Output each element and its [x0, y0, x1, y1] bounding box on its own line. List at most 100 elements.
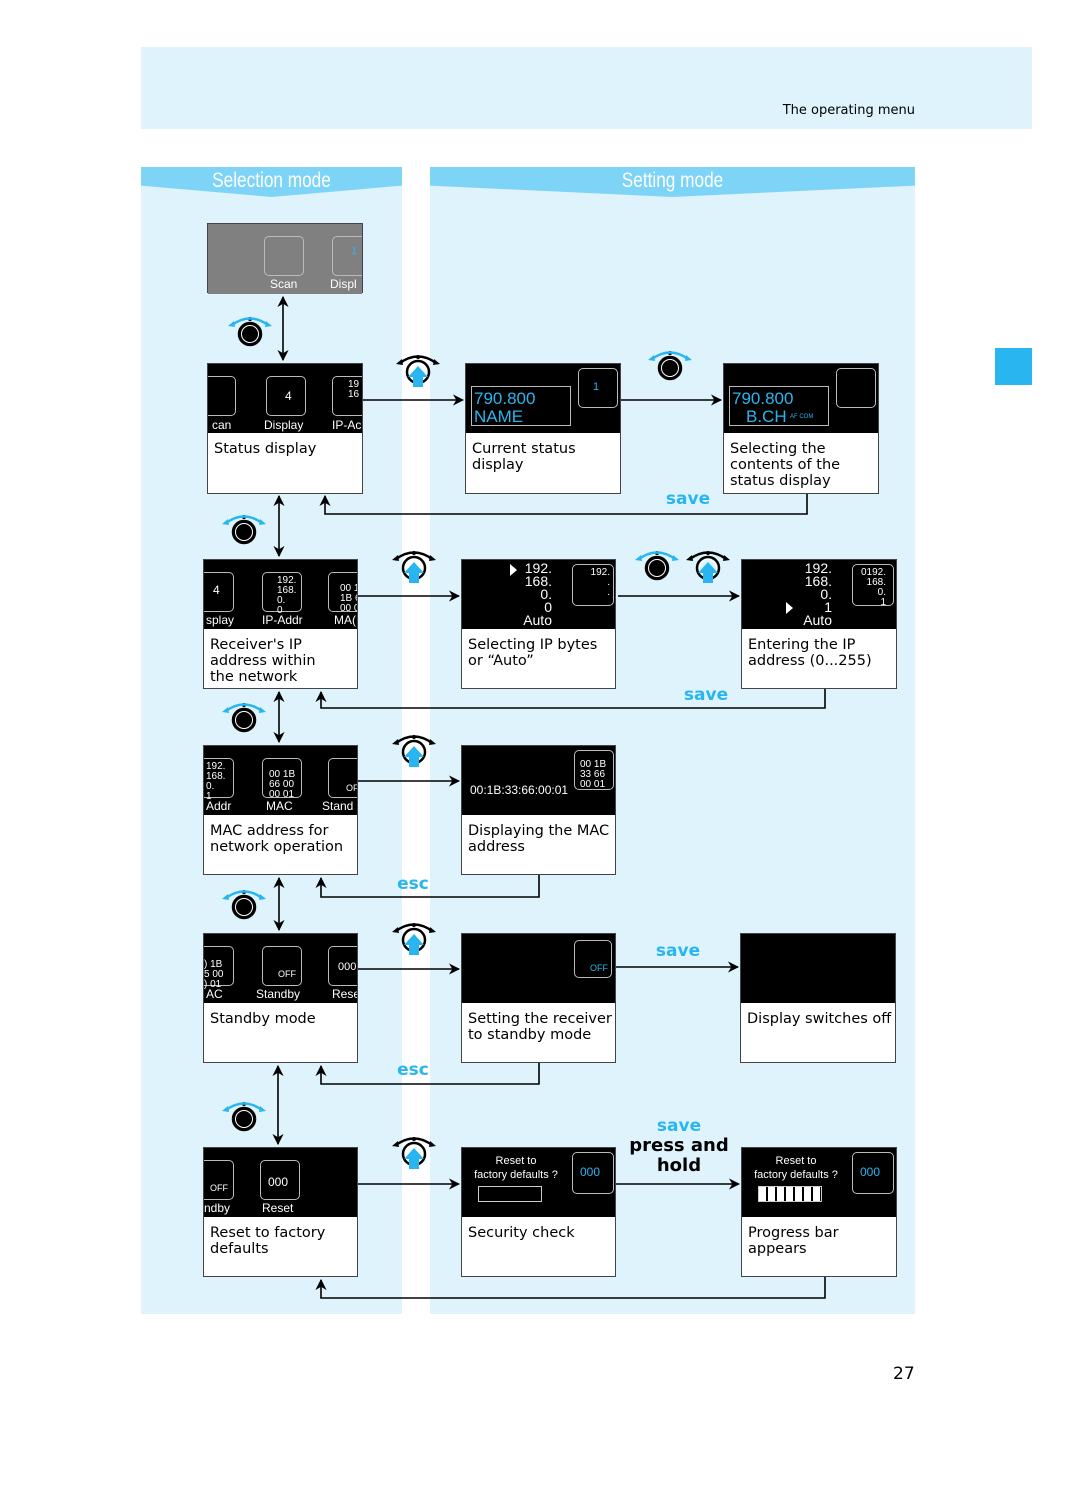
- display-text: OFF: [210, 1183, 228, 1193]
- display-text: B.CH: [746, 407, 787, 426]
- display-text: 4: [213, 583, 220, 597]
- device-display: Addr MAC Stand 192. 168. 0. 1 00 1B 66 00 00…: [204, 746, 357, 815]
- entering-ip-step: 192. 168. 0. 1 Auto 0192. 168. 0. 1 Enteri…: [741, 559, 897, 689]
- device-display: Reset to factory defaults ? 000: [742, 1148, 896, 1217]
- display-text: 000: [860, 1165, 881, 1179]
- setting-standby-step: OFF Setting the receiver to standby mode: [461, 933, 616, 1063]
- menu-icon: [208, 376, 236, 416]
- press-knob-icon: [686, 551, 730, 583]
- display-text: Reset: [262, 1201, 294, 1215]
- device-display: [741, 934, 895, 1003]
- rotate-knob-icon: [648, 351, 692, 381]
- esc-label: esc: [397, 874, 429, 894]
- security-check-step: Reset to factory defaults ? 000 Security c…: [461, 1147, 616, 1277]
- rotate-knob-icon: [228, 317, 272, 347]
- display-text: 790.800: [732, 389, 794, 408]
- selecting-ip-bytes-step: 192. 168. 0. 0 Auto 192. . . Selecting IP …: [461, 559, 616, 689]
- return-arrow: [315, 875, 540, 898]
- display-text: Scan: [270, 277, 298, 291]
- progress-bar: [478, 1186, 542, 1202]
- save-label: save: [655, 941, 701, 961]
- display-text: 1: [351, 245, 358, 257]
- rotate-knob-icon: [222, 1102, 266, 1132]
- display-text: Standby: [256, 987, 301, 1001]
- device-display: 192. 168. 0. 0 Auto 192. . .: [462, 560, 615, 629]
- rotate-knob-icon: [635, 551, 679, 581]
- mac-address-step: Addr MAC Stand 192. 168. 0. 1 00 1B 66 00 00…: [203, 745, 358, 875]
- device-display: ndby Reset 000 OFF: [204, 1148, 357, 1217]
- device-display: 790.800 NAME 1: [466, 364, 620, 433]
- selecting-status-contents-step: 790.800 B.CH AF COM Selecting the contents …: [723, 363, 879, 494]
- step-caption: Reset to factory defaults: [210, 1225, 326, 1257]
- return-arrow: [315, 1277, 826, 1299]
- press-knob-icon: [392, 735, 436, 767]
- display-text: 00:1B:33:66:00:01: [470, 783, 569, 797]
- display-off-step: Display switches off: [740, 933, 896, 1063]
- display-text: 00 1B 66 00 00 01: [269, 769, 296, 800]
- display-text: Displ: [330, 277, 357, 291]
- press-knob-icon: [392, 1137, 436, 1169]
- rotate-knob-icon: [222, 703, 266, 733]
- press-knob-icon: [392, 551, 436, 583]
- step-caption: Setting the receiver to standby mode: [468, 1011, 612, 1043]
- display-text: MA(: [334, 613, 356, 627]
- display-text: OFF: [278, 969, 296, 979]
- display-text: Stand: [322, 799, 354, 813]
- return-arrow: [319, 493, 808, 515]
- display-text: Display: [264, 418, 304, 432]
- rotate-knob-icon: [222, 890, 266, 920]
- display-text: 790.800: [474, 389, 536, 408]
- receiver-ip-step: splayIP-AddrMA(192. 168. 0. 000 1 1B 6 0…: [203, 559, 358, 689]
- press-knob-icon: [392, 923, 436, 955]
- menu-icon: [836, 368, 876, 408]
- step-caption: Entering the IP address (0...255): [748, 637, 872, 669]
- device-display: splayIP-AddrMA(192. 168. 0. 000 1 1B 6 0…: [204, 560, 357, 629]
- display-text: OF: [346, 783, 357, 793]
- step-caption: Status display: [214, 441, 317, 457]
- display-text: 000: [580, 1165, 601, 1179]
- menu-icon: [332, 236, 362, 276]
- display-text: 192. 168. 0. 0 Auto: [523, 560, 552, 628]
- save-label: save: [665, 489, 711, 509]
- step-caption: Displaying the MAC address: [468, 823, 610, 855]
- display-text: 192. 168. 0. 0: [277, 575, 297, 616]
- step-caption: Current status display: [472, 441, 576, 473]
- display-text: ndby: [204, 1201, 231, 1215]
- device-display: AC Standby Rese) 1B 5 00 ) 01 OFF 000: [204, 934, 357, 1003]
- display-text: OFF: [590, 963, 608, 973]
- display-text: Reset to factory defaults ?: [754, 1155, 838, 1181]
- device-display: OFF: [462, 934, 615, 1003]
- display-text: splay: [206, 613, 235, 627]
- display-text: 192. 168. 0. 1 Auto: [803, 560, 832, 628]
- esc-label: esc: [397, 1060, 429, 1080]
- display-text: 192. . .: [590, 567, 610, 598]
- device-display: 00:1B:33:66:00:01 00 1B 33 66 00 01: [462, 746, 615, 815]
- display-text: 0192. 168. 0. 1: [860, 567, 886, 608]
- step-caption: Selecting the contents of the status dis…: [730, 441, 841, 489]
- page-number: 27: [893, 1364, 915, 1384]
- display-text: 4: [285, 389, 292, 403]
- display-text: ) 1B 5 00 ) 01: [204, 959, 224, 990]
- press-knob-icon: [396, 355, 440, 387]
- save-label: save: [683, 685, 729, 705]
- standby-mode-step: AC Standby Rese) 1B 5 00 ) 01 OFF 000 Standby…: [203, 933, 358, 1063]
- return-arrow: [315, 1063, 540, 1085]
- device-display: can Display IP-Ac 4 19 16: [208, 364, 362, 433]
- display-text: 000: [268, 1175, 289, 1189]
- step-caption: Selecting IP bytes or “Auto”: [468, 637, 598, 669]
- device-display: Reset to factory defaults ? 000: [462, 1148, 615, 1217]
- display-text: Rese: [332, 987, 357, 1001]
- display-text: IP-Ac: [332, 418, 362, 432]
- step-caption: Standby mode: [210, 1011, 316, 1027]
- display-text: 1: [593, 381, 600, 393]
- display-text: Reset to factory defaults ?: [474, 1155, 558, 1181]
- menu-icon: [264, 236, 304, 276]
- display-text: can: [212, 418, 232, 432]
- progress-bar: [758, 1186, 822, 1202]
- scan-step: Scan Displ 1: [207, 223, 363, 294]
- display-text: 19 16: [348, 379, 360, 400]
- device-display: Scan Displ 1: [208, 224, 362, 294]
- step-caption: Receiver's IP address within the network: [210, 637, 316, 685]
- device-display: 192. 168. 0. 1 Auto 0192. 168. 0. 1: [742, 560, 896, 629]
- display-text: AF COM: [790, 414, 814, 420]
